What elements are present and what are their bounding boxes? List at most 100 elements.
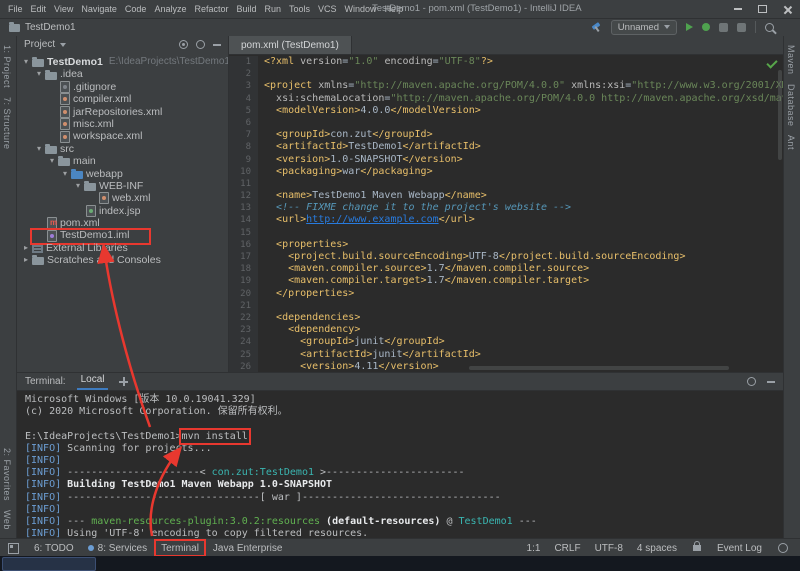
tool-tab-maven[interactable]: Maven — [786, 45, 796, 75]
profiler-icon[interactable] — [737, 23, 746, 32]
terminal-minimize-icon[interactable] — [767, 381, 775, 383]
menu-item-vcs[interactable]: VCS — [314, 4, 341, 14]
menu-item-edit[interactable]: Edit — [27, 4, 51, 14]
tree-expanded-arrow[interactable]: ▾ — [47, 155, 57, 167]
build-hammer-icon[interactable] — [591, 22, 602, 33]
maximize-icon — [758, 5, 767, 13]
tree-expanded-arrow[interactable]: ▾ — [34, 68, 44, 80]
navigation-bar[interactable]: TestDemo1 — [8, 18, 76, 36]
project-view-chevron-icon[interactable] — [60, 43, 66, 47]
code-line: 21 — [229, 300, 783, 312]
project-panel-title[interactable]: Project — [24, 39, 55, 50]
tree-row-src[interactable]: ▾src — [17, 143, 228, 155]
debug-button[interactable] — [702, 23, 710, 31]
terminal-settings-gear-icon[interactable] — [747, 377, 756, 386]
status-item-6-todo[interactable]: 6: TODO — [27, 539, 81, 557]
search-everywhere-icon[interactable] — [765, 23, 774, 32]
code-line: 10 <packaging>war</packaging> — [229, 166, 783, 178]
code-token: xsi:schemaLocation — [276, 93, 384, 104]
tree-row-workspace-xml[interactable]: workspace.xml — [17, 130, 228, 142]
status-item-crlf[interactable]: CRLF — [547, 539, 587, 557]
terminal-line: [INFO] Scanning for projects... — [25, 443, 783, 455]
status-item-8-services[interactable]: 8: Services — [81, 539, 154, 557]
event-log-button[interactable]: Event Log — [710, 539, 769, 557]
terminal-text: (c) 2020 Microsoft Corporation. 保留所有权利。 — [25, 406, 288, 417]
run-configuration-select[interactable]: Unnamed — [611, 20, 677, 35]
tree-row-web-inf[interactable]: ▾WEB-INF — [17, 180, 228, 192]
tree-row-idea[interactable]: ▾.idea — [17, 68, 228, 80]
menu-item-view[interactable]: View — [50, 4, 77, 14]
terminal-line: [INFO] Building TestDemo1 Maven Webapp 1… — [25, 479, 783, 491]
minimize-button[interactable] — [725, 0, 750, 18]
status-item-java-enterprise[interactable]: Java Enterprise — [206, 539, 289, 557]
menu-item-run[interactable]: Run — [261, 4, 286, 14]
hide-panel-icon[interactable] — [213, 44, 221, 46]
code-area[interactable]: 1<?xml version="1.0" encoding="UTF-8"?>2… — [229, 54, 783, 372]
tree-row-compiler-xml[interactable]: compiler.xml — [17, 93, 228, 105]
gear-icon[interactable] — [196, 40, 205, 49]
menu-item-code[interactable]: Code — [121, 4, 151, 14]
locate-file-icon[interactable] — [179, 40, 188, 49]
tree-row-scratches-and-consoles[interactable]: ▸Scratches and Consoles — [17, 254, 228, 266]
menu-item-build[interactable]: Build — [232, 4, 260, 14]
tree-row-index-jsp[interactable]: index.jsp — [17, 205, 228, 217]
editor-tab-pom-xml[interactable]: pom.xml (TestDemo1) — [229, 36, 352, 54]
tool-tab-1-project[interactable]: 1: Project — [2, 45, 12, 88]
menu-item-navigate[interactable]: Navigate — [77, 4, 121, 14]
tool-tab-2-favorites[interactable]: 2: Favorites — [2, 448, 12, 501]
terminal-output[interactable]: Microsoft Windows [版本 10.0.19041.329](c)… — [17, 391, 783, 539]
tree-row-web-xml[interactable]: web.xml — [17, 192, 228, 204]
lock-icon[interactable] — [693, 545, 701, 551]
status-item-terminal[interactable]: Terminal — [154, 539, 206, 557]
taskbar-item[interactable] — [2, 557, 96, 571]
status-item-4-spaces[interactable]: 4 spaces — [630, 539, 684, 557]
tool-tab-database[interactable]: Database — [786, 84, 796, 127]
tree-expanded-arrow[interactable]: ▾ — [21, 56, 31, 68]
tree-row-gitignore[interactable]: .gitignore — [17, 81, 228, 93]
run-button[interactable] — [686, 23, 693, 31]
hector-inspections-icon[interactable] — [778, 543, 788, 553]
code-token — [264, 93, 276, 104]
tool-tab-7-structure[interactable]: 7: Structure — [2, 97, 12, 150]
nav-project-name[interactable]: TestDemo1 — [25, 22, 76, 33]
tree-expanded-arrow[interactable]: ▾ — [73, 180, 83, 192]
file-ignore-icon — [60, 81, 70, 93]
tree-expanded-arrow[interactable]: ▾ — [60, 168, 70, 180]
tree-row-webapp[interactable]: ▾webapp — [17, 168, 228, 180]
tree-expanded-arrow[interactable]: ▾ — [34, 143, 44, 155]
code-text: <url>http://www.example.com</url> — [258, 214, 475, 226]
tool-tab-web[interactable]: Web — [2, 510, 12, 530]
editor-vertical-scrollbar[interactable] — [778, 70, 782, 160]
maximize-button[interactable] — [750, 0, 775, 18]
menu-item-file[interactable]: File — [4, 4, 27, 14]
status-item-utf-8[interactable]: UTF-8 — [588, 539, 630, 557]
code-token: "http://maven.apache.org/POM/4.0.0" — [354, 80, 565, 91]
coverage-icon[interactable] — [719, 23, 728, 32]
tree-label: main — [73, 155, 96, 167]
tree-row-testdemo1-iml[interactable]: TestDemo1.iml — [17, 229, 228, 241]
status-item-1-1[interactable]: 1:1 — [520, 539, 548, 557]
url-link[interactable]: http://www.example.com — [306, 214, 438, 225]
toolwindow-switcher-icon[interactable] — [8, 543, 19, 554]
close-button[interactable] — [775, 0, 800, 18]
menu-item-analyze[interactable]: Analyze — [150, 4, 190, 14]
tree-row-testdemo1[interactable]: ▾TestDemo1E:\IdeaProjects\TestDemo1 — [17, 56, 228, 68]
menu-item-refactor[interactable]: Refactor — [190, 4, 232, 14]
left-tool-stripe: 1: Project 7: Structure 2: Favorites Web — [0, 36, 17, 538]
tree-row-jarrepositories-xml[interactable]: jarRepositories.xml — [17, 106, 228, 118]
tree-row-pom-xml[interactable]: pom.xml — [17, 217, 228, 229]
tool-tab-ant[interactable]: Ant — [786, 135, 796, 150]
tree-collapsed-arrow[interactable]: ▸ — [21, 242, 31, 254]
tree-row-external-libraries[interactable]: ▸External Libraries — [17, 242, 228, 254]
terminal-tab-local[interactable]: Local — [77, 373, 109, 390]
new-terminal-tab-icon[interactable] — [119, 377, 128, 386]
terminal-text: Microsoft Windows [版本 10.0.19041.329] — [25, 394, 256, 405]
tree-collapsed-arrow[interactable]: ▸ — [21, 254, 31, 266]
line-number: 8 — [229, 141, 258, 153]
tree-row-main[interactable]: ▾ main — [17, 155, 228, 167]
minimize-icon — [734, 8, 742, 10]
editor-horizontal-scrollbar[interactable] — [469, 366, 729, 370]
tree-row-misc-xml[interactable]: misc.xml — [17, 118, 228, 130]
menu-item-tools[interactable]: Tools — [285, 4, 314, 14]
line-number: 24 — [229, 336, 258, 348]
